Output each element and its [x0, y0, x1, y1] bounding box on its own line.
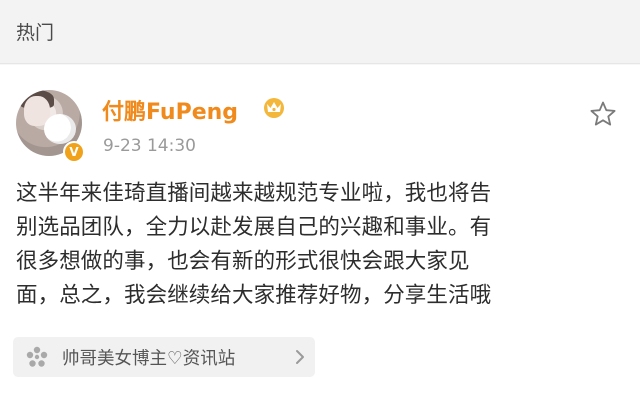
- verified-icon: V: [63, 141, 85, 163]
- section-title: 热门: [16, 22, 55, 44]
- post-body: 这半年来佳琦直播间越来越规范专业啦，我也将告 别选品团队，全力以赴发展自己的兴趣…: [16, 177, 622, 313]
- post-text-line: 很多想做的事，也会有新的形式很快会跟大家见: [16, 249, 470, 274]
- topic-tag[interactable]: 帅哥美女博主♡资讯站: [13, 337, 315, 377]
- super-topic-icon: [26, 346, 48, 367]
- section-header: 热门: [0, 0, 640, 64]
- username[interactable]: 付鹏FuPeng: [102, 94, 238, 126]
- post-text-line: 别选品团队，全力以赴发展自己的兴趣和事业。有: [16, 215, 492, 240]
- post-text-line: 这半年来佳琦直播间越来越规范专业啦，我也将告: [16, 181, 492, 206]
- post-timestamp: 9-23 14:30: [103, 136, 196, 156]
- avatar-pet: [44, 114, 76, 144]
- chevron-right-icon: [296, 350, 304, 364]
- vip-crown-icon[interactable]: [262, 95, 286, 119]
- post-card[interactable]: V 付鹏FuPeng 9-23 14:30 这半年来佳琦直播间越来越规范专业啦，…: [0, 65, 640, 406]
- topic-tag-label: 帅哥美女博主♡资讯站: [62, 348, 236, 369]
- post-text-line: 面，总之，我会继续给大家推荐好物，分享生活哦: [16, 283, 492, 308]
- star-outline-icon[interactable]: [589, 100, 617, 128]
